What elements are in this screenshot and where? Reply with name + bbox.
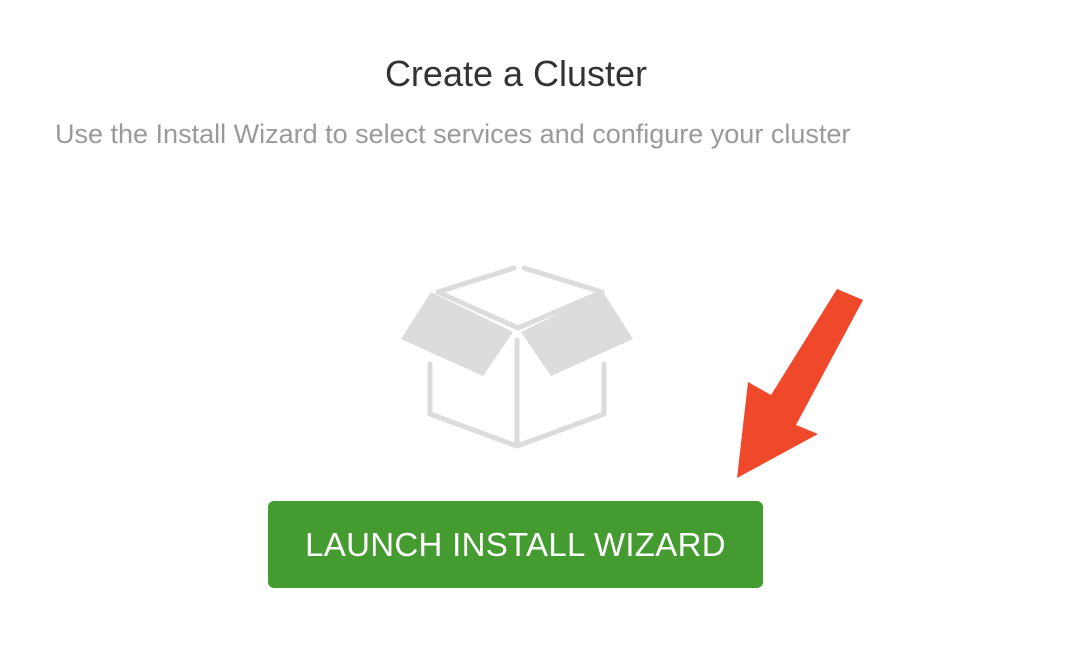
launch-install-wizard-button[interactable]: LAUNCH INSTALL WIZARD — [268, 501, 763, 588]
page-title: Create a Cluster — [384, 53, 648, 94]
open-box-icon — [401, 265, 633, 449]
arrow-pointer-icon — [737, 289, 863, 478]
page-subtitle: Use the Install Wizard to select service… — [55, 119, 851, 149]
